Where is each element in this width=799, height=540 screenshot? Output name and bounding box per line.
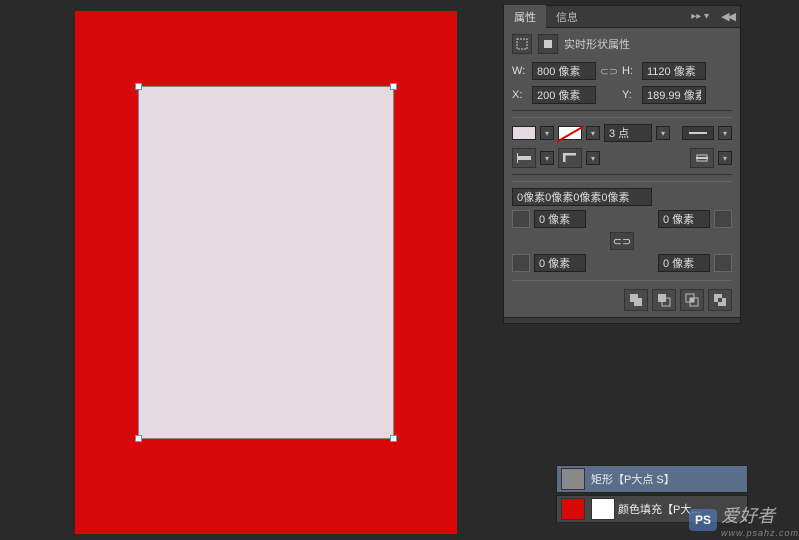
corner-br-icon[interactable] — [714, 254, 732, 272]
panel-body: 实时形状属性 W: ⊂⊃ H: X: ⊂⊃ Y: ▾ ▾ ▾ — [504, 28, 740, 317]
height-label: H: — [622, 65, 638, 77]
y-label: Y: — [622, 89, 638, 101]
align-corner-miter[interactable] — [558, 148, 582, 168]
stroke-align[interactable] — [690, 148, 714, 168]
panel-tab-bar: 属性 信息 ▸▸ ▾ ◀◀ — [504, 6, 740, 28]
handle-top-right[interactable] — [390, 83, 397, 90]
width-label: W: — [512, 65, 528, 77]
handle-top-left[interactable] — [135, 83, 142, 90]
fill-dropdown-icon[interactable]: ▾ — [540, 126, 554, 140]
mask-icon[interactable] — [512, 34, 532, 54]
handle-bottom-right[interactable] — [390, 435, 397, 442]
layer-shape-thumb — [561, 468, 585, 490]
layer-shape[interactable]: 矩形【P大点 S】 — [556, 465, 748, 493]
stroke-dropdown-icon[interactable]: ▾ — [586, 126, 600, 140]
corner-dropdown-icon[interactable]: ▾ — [586, 151, 600, 165]
stroke-align-dropdown-icon[interactable]: ▾ — [718, 151, 732, 165]
stroke-width-dropdown-icon[interactable]: ▾ — [656, 126, 670, 140]
height-input[interactable] — [642, 62, 706, 80]
tab-properties[interactable]: 属性 — [504, 5, 546, 29]
watermark-url: www.psahz.com — [721, 528, 799, 538]
pathfinder-subtract[interactable] — [652, 289, 676, 311]
corner-tr-input[interactable] — [658, 210, 710, 228]
pathfinder-unite[interactable] — [624, 289, 648, 311]
layer-shape-name: 矩形【P大点 S】 — [591, 471, 675, 487]
watermark-logo: PS — [689, 509, 717, 531]
corner-tl-input[interactable] — [534, 210, 586, 228]
pathfinder-intersect[interactable] — [680, 289, 704, 311]
y-input[interactable] — [642, 86, 706, 104]
tab-info[interactable]: 信息 — [546, 5, 588, 29]
panel-menu-icon[interactable]: ▸▸ ▾ — [685, 11, 715, 22]
panel-collapse-icon[interactable]: ◀◀ — [715, 10, 740, 23]
x-input[interactable] — [532, 86, 596, 104]
watermark: PS 爱好者 www.psahz.com — [689, 502, 799, 538]
pathfinder-exclude[interactable] — [708, 289, 732, 311]
corner-tl-icon[interactable] — [512, 210, 530, 228]
layer-fill-thumb-mask — [591, 498, 615, 520]
link-corners-icon[interactable]: ⊂⊃ — [610, 232, 634, 250]
stroke-swatch[interactable] — [558, 126, 582, 140]
align-cap-butt[interactable] — [512, 148, 536, 168]
panel-footer — [504, 317, 740, 323]
handle-bottom-left[interactable] — [135, 435, 142, 442]
cap-dropdown-icon[interactable]: ▾ — [540, 151, 554, 165]
corner-bl-icon[interactable] — [512, 254, 530, 272]
corner-br-input[interactable] — [658, 254, 710, 272]
shape-icon[interactable] — [538, 34, 558, 54]
panel-title: 实时形状属性 — [564, 36, 630, 52]
x-label: X: — [512, 89, 528, 101]
properties-panel: 属性 信息 ▸▸ ▾ ◀◀ 实时形状属性 W: ⊂⊃ H: X: ⊂⊃ Y: — [503, 5, 741, 324]
canvas-area[interactable] — [75, 11, 457, 534]
corner-bl-input[interactable] — [534, 254, 586, 272]
rectangle-shape[interactable] — [138, 86, 394, 439]
layer-fill-thumb-color — [561, 498, 585, 520]
stroke-style[interactable] — [682, 126, 714, 140]
watermark-text: 爱好者 — [721, 506, 775, 526]
stroke-style-dropdown-icon[interactable]: ▾ — [718, 126, 732, 140]
link-wh-icon[interactable]: ⊂⊃ — [600, 62, 618, 80]
fill-swatch[interactable] — [512, 126, 536, 140]
width-input[interactable] — [532, 62, 596, 80]
stroke-width-input[interactable] — [604, 124, 652, 142]
corner-summary-input[interactable] — [512, 188, 652, 206]
corner-tr-icon[interactable] — [714, 210, 732, 228]
